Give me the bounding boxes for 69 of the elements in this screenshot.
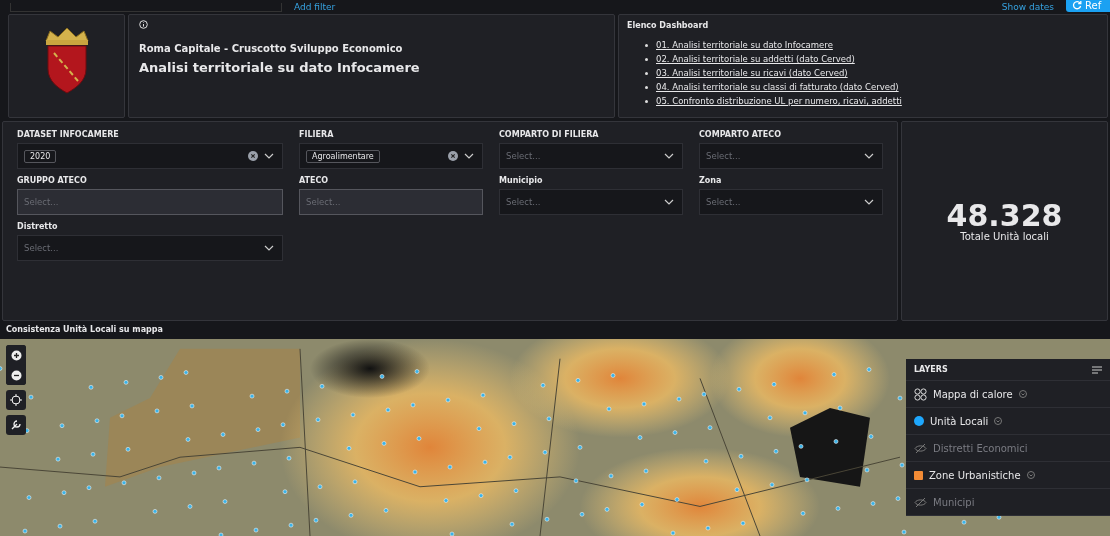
list-settings-icon[interactable] xyxy=(1092,365,1102,374)
select-field[interactable]: 2020 xyxy=(17,143,283,169)
select-placeholder: Select... xyxy=(24,197,59,207)
expand-icon[interactable] xyxy=(994,417,1003,425)
bullet-icon xyxy=(645,71,648,75)
bullet-icon xyxy=(645,43,648,47)
layer-item[interactable]: Municipi xyxy=(906,489,1110,516)
dashboard-link[interactable]: 02. Analisi territoriale su addetti (dato Cerved) xyxy=(656,54,855,64)
filter-label: COMPARTO DI FILIERA xyxy=(499,130,600,139)
filter-label: FILIERA xyxy=(299,130,335,139)
add-filter-link[interactable]: Add filter xyxy=(294,2,336,12)
expand-icon[interactable] xyxy=(1018,390,1027,398)
eye-off-icon xyxy=(914,442,927,454)
dashboard-subtitle: Roma Capitale - Cruscotto Sviluppo Economico xyxy=(139,43,404,54)
map-title: Consistenza Unità Locali su mappa xyxy=(6,325,163,334)
select-placeholder: Select... xyxy=(706,197,741,207)
selected-value-tag: Agroalimentare xyxy=(306,149,380,163)
filter-label: Zona xyxy=(699,176,723,185)
select-field[interactable]: Select... xyxy=(699,189,883,215)
bullet-icon xyxy=(645,85,648,89)
dashboard-link[interactable]: 03. Analisi territoriale su ricavi (dato Cerved) xyxy=(656,68,848,78)
bullet-icon xyxy=(645,99,648,103)
layer-item[interactable]: Unità Locali xyxy=(906,408,1110,435)
bullet-icon xyxy=(645,57,648,61)
chevron-down-icon xyxy=(264,245,274,251)
select-placeholder: Select... xyxy=(706,151,741,161)
filter-label: GRUPPO ATECO xyxy=(17,176,88,185)
select-field[interactable]: Select... xyxy=(499,143,683,169)
filter-label: DATASET INFOCAMERE xyxy=(17,130,120,139)
filter-label: Municipio xyxy=(499,176,544,185)
chevron-down-icon xyxy=(664,153,674,159)
select-placeholder: Select... xyxy=(24,243,59,253)
selected-value-tag: 2020 xyxy=(24,149,57,163)
chevron-down-icon xyxy=(464,153,474,159)
clear-icon[interactable] xyxy=(248,151,258,161)
clear-icon[interactable] xyxy=(448,151,458,161)
refresh-icon xyxy=(1072,0,1082,10)
filter-label: Distretto xyxy=(17,222,59,231)
dashboard-link[interactable]: 05. Confronto distribuzione UL per numero, ricavi, addetti xyxy=(656,96,902,106)
layer-item[interactable]: Distretti Economici xyxy=(906,435,1110,462)
panel-title: Elenco Dashboard xyxy=(627,21,710,30)
kpi-value: 48.328 xyxy=(946,200,1063,231)
select-field[interactable]: Select... xyxy=(499,189,683,215)
select-placeholder: Select... xyxy=(506,197,541,207)
info-icon[interactable] xyxy=(139,20,148,29)
select-field[interactable]: Select... xyxy=(17,235,283,261)
heatmap-icon xyxy=(914,387,927,401)
select-placeholder: Select... xyxy=(506,151,541,161)
select-placeholder: Select... xyxy=(306,197,341,207)
select-field[interactable]: Agroalimentare xyxy=(299,143,483,169)
dashboard-link[interactable]: 04. Analisi territoriale su classi di fatturato (dato Cerved) xyxy=(656,82,899,92)
eye-off-icon xyxy=(914,496,927,508)
layer-item[interactable]: Zone Urbanistiche xyxy=(906,462,1110,489)
dashboard-link[interactable]: 01. Analisi territoriale su dato Infocamere xyxy=(656,40,833,50)
dashboard-title: Analisi territoriale su dato Infocamere xyxy=(139,60,421,75)
chevron-down-icon xyxy=(264,153,274,159)
select-field[interactable]: Select... xyxy=(699,143,883,169)
expand-icon[interactable] xyxy=(1026,471,1035,479)
filter-label: COMPARTO ATECO xyxy=(699,130,782,139)
wrench-icon[interactable] xyxy=(6,415,26,435)
filter-label: ATECO xyxy=(299,176,330,185)
layer-item[interactable]: Mappa di calore xyxy=(906,381,1110,408)
show-dates-link[interactable]: Show dates xyxy=(1001,2,1054,12)
crosshair-icon[interactable] xyxy=(6,390,26,410)
chevron-down-icon xyxy=(864,153,874,159)
chevron-down-icon xyxy=(864,199,874,205)
kpi-label: Totale Unità locali xyxy=(960,230,1049,242)
layers-title: LAYERS xyxy=(914,365,948,374)
chevron-down-icon xyxy=(664,199,674,205)
